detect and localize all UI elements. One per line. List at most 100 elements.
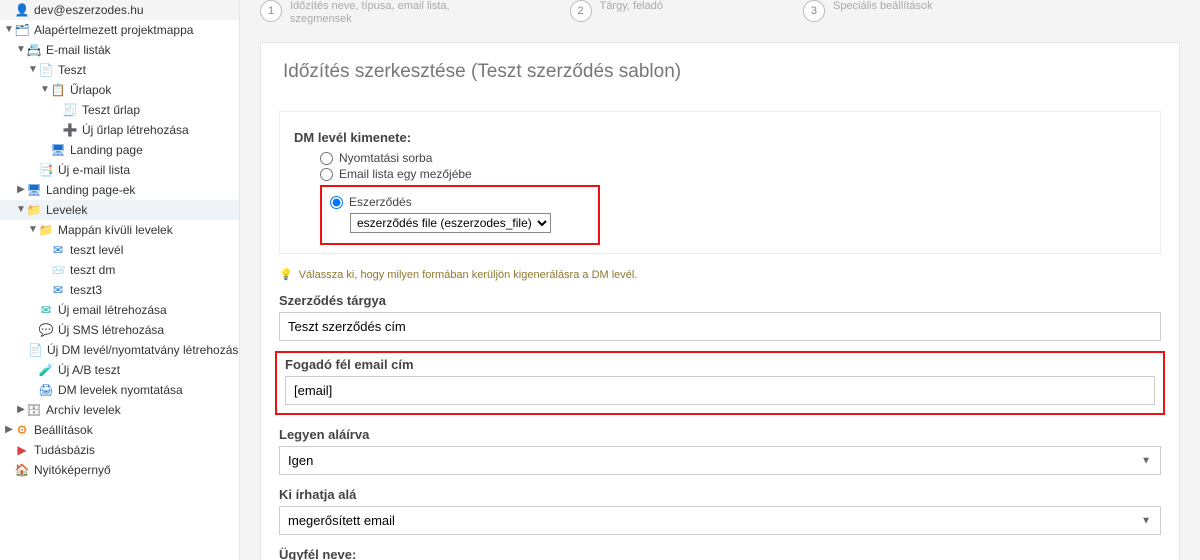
sidebar-item-new-email-list[interactable]: 📑Új e-mail lista (0, 160, 239, 180)
radio-print[interactable] (320, 152, 333, 165)
sidebar-item-label: Beállítások (34, 421, 93, 439)
sidebar-item-label: DM levelek nyomtatása (58, 381, 183, 399)
sidebar-item-new-dm[interactable]: 📄Új DM levél/nyomtatvány létrehozása (0, 340, 239, 360)
sidebar-item-new-email[interactable]: ✉Új email létrehozása (0, 300, 239, 320)
sidebar-item-label: Nyitóképernyő (34, 461, 111, 479)
sidebar-user[interactable]: 👤dev@eszerzodes.hu (0, 0, 239, 20)
subject-input[interactable] (279, 312, 1161, 341)
new-form-icon: ➕ (62, 122, 78, 138)
radio-emailfield-label: Email lista egy mezőjébe (339, 167, 472, 181)
form-icon: 📋 (50, 82, 66, 98)
sidebar-item-label: Levelek (46, 201, 87, 219)
sidebar-item-teszt3[interactable]: ✉teszt3 (0, 280, 239, 300)
recipient-label: Fogadó fél email cím (285, 357, 1155, 372)
sidebar-item-archive[interactable]: ▶🗄Archív levelek (0, 400, 239, 420)
group-signer: Ki írhatja alá megerősített email ▼ (279, 487, 1161, 535)
radio-emailfield[interactable] (320, 168, 333, 181)
eszerzodes-highlight: Eszerződés eszerződés file (eszerzodes_f… (320, 185, 600, 245)
sidebar-item-kb[interactable]: ▶Tudásbázis (0, 440, 239, 460)
new-dm-icon: 📄 (28, 342, 43, 358)
wizard-step-3[interactable]: 3Speciális beállítások (803, 0, 953, 36)
eszerzodes-file-select[interactable]: eszerződés file (eszerzodes_file) (350, 213, 551, 233)
sidebar-item-mails[interactable]: ▼📁Levelek (0, 200, 239, 220)
sidebar-item-label: teszt dm (70, 261, 115, 279)
archive-icon: 🗄 (26, 402, 42, 418)
step-1-label-a: Időzítés neve, típusa, email lista, (290, 0, 450, 13)
list-icon: 📇 (26, 42, 42, 58)
folder-icon: 🗂 (14, 22, 30, 38)
sidebar-item-teszt-dm[interactable]: 📨teszt dm (0, 260, 239, 280)
group-signed: Legyen aláírva Igen ▼ (279, 427, 1161, 475)
mail-icon: ✉ (50, 242, 66, 258)
print-icon: 🖨 (38, 382, 54, 398)
sidebar-item-teszt-form[interactable]: 🧾Teszt űrlap (0, 100, 239, 120)
mail-folder-icon: 📁 (26, 202, 42, 218)
lightbulb-icon: 💡 (279, 268, 293, 281)
sidebar-item-label: Új e-mail lista (58, 161, 130, 179)
sidebar-item-landing-page[interactable]: 🖥Landing page (0, 140, 239, 160)
sidebar-item-label: Landing page-ek (46, 181, 135, 199)
wizard-step-2[interactable]: 2Tárgy, feladó (570, 0, 683, 36)
sidebar-item-outside-folder-mails[interactable]: ▼📁Mappán kívüli levelek (0, 220, 239, 240)
sidebar-item-label: Új űrlap létrehozása (82, 121, 189, 139)
radio-print-label: Nyomtatási sorba (339, 151, 432, 165)
new-email-icon: ✉ (38, 302, 54, 318)
sidebar-item-label: Teszt űrlap (82, 101, 140, 119)
sidebar-item-teszt-level[interactable]: ✉teszt levél (0, 240, 239, 260)
sidebar-item-label: Tudásbázis (34, 441, 95, 459)
sidebar-item-label: Új A/B teszt (58, 361, 120, 379)
form-item-icon: 🧾 (62, 102, 78, 118)
new-sms-icon: 💬 (38, 322, 54, 338)
sidebar-item-teszt-list[interactable]: ▼📄Teszt (0, 60, 239, 80)
radio-eszerzodes-label: Eszerződés (349, 195, 412, 209)
sidebar-item-label: Alapértelmezett projektmappa (34, 21, 193, 39)
landing-pages-icon: 🖥 (26, 182, 42, 198)
subfolder-icon: 📁 (38, 222, 54, 238)
customer-label: Ügyfél neve: (279, 547, 1161, 560)
sidebar-user-label: dev@eszerzodes.hu (34, 1, 144, 19)
sidebar-item-landing-pages[interactable]: ▶🖥Landing page-ek (0, 180, 239, 200)
sidebar-item-new-form[interactable]: ➕Új űrlap létrehozása (0, 120, 239, 140)
step-2-label: Tárgy, feladó (600, 0, 663, 13)
radio-eszerzodes[interactable] (330, 196, 343, 209)
dm-output-panel: DM levél kimenete: Nyomtatási sorba Emai… (279, 111, 1161, 254)
sidebar-item-label: Landing page (70, 141, 143, 159)
subject-label: Szerződés tárgya (279, 293, 1161, 308)
sidebar-item-new-sms[interactable]: 💬Új SMS létrehozása (0, 320, 239, 340)
wizard-step-1[interactable]: 1Időzítés neve, típusa, email lista,szeg… (260, 0, 470, 36)
sidebar-item-forms[interactable]: ▼📋Űrlapok (0, 80, 239, 100)
sidebar-item-label: teszt3 (70, 281, 102, 299)
dm-output-hint: 💡 Válassza ki, hogy milyen formában kerül… (279, 268, 1161, 281)
signed-select[interactable]: Igen (279, 446, 1161, 475)
sidebar-item-label: E-mail listák (46, 41, 111, 59)
sidebar-item-label: Mappán kívüli levelek (58, 221, 173, 239)
landing-icon: 🖥 (50, 142, 66, 158)
signer-select[interactable]: megerősített email (279, 506, 1161, 535)
sidebar-item-label: Új DM levél/nyomtatvány létrehozása (47, 341, 240, 359)
dm-hint-text: Válassza ki, hogy milyen formában kerülj… (299, 269, 638, 281)
sidebar-item-home[interactable]: 🏠Nyitóképernyő (0, 460, 239, 480)
sidebar-item-label: Archív levelek (46, 401, 121, 419)
video-icon: ▶ (14, 442, 30, 458)
home-icon: 🏠 (14, 462, 30, 478)
wizard-steps: 1Időzítés neve, típusa, email lista,szeg… (240, 0, 1200, 36)
signed-label: Legyen aláírva (279, 427, 1161, 442)
user-icon: 👤 (14, 2, 30, 18)
group-recipient-highlight: Fogadó fél email cím (275, 351, 1165, 415)
sidebar-item-default-project[interactable]: ▼🗂Alapértelmezett projektmappa (0, 20, 239, 40)
new-list-icon: 📑 (38, 162, 54, 178)
mail-icon: ✉ (50, 282, 66, 298)
sidebar-item-new-ab[interactable]: 🧪Új A/B teszt (0, 360, 239, 380)
sheet-icon: 📄 (38, 62, 54, 78)
ab-test-icon: 🧪 (38, 362, 54, 378)
sidebar-item-print-dm[interactable]: 🖨DM levelek nyomtatása (0, 380, 239, 400)
signer-label: Ki írhatja alá (279, 487, 1161, 502)
sidebar-item-email-lists[interactable]: ▼📇E-mail listák (0, 40, 239, 60)
sidebar-item-settings[interactable]: ▶⚙Beállítások (0, 420, 239, 440)
sidebar: 👤dev@eszerzodes.hu ▼🗂Alapértelmezett pro… (0, 0, 240, 560)
recipient-input[interactable] (285, 376, 1155, 405)
sidebar-item-label: Új SMS létrehozása (58, 321, 164, 339)
page-title: Időzítés szerkesztése (Teszt szerződés s… (261, 43, 1179, 97)
group-subject: Szerződés tárgya (279, 293, 1161, 341)
dm-output-heading: DM levél kimenete: (294, 130, 1146, 145)
